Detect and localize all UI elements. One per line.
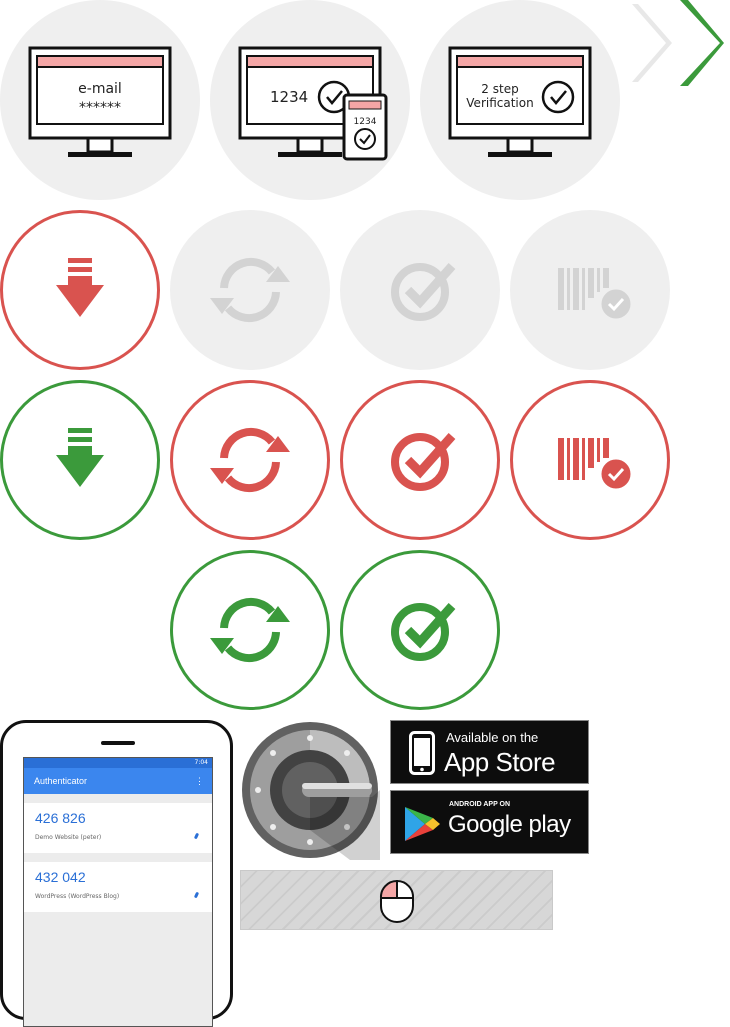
app-store-badge[interactable]: Available on the App Store <box>390 720 589 784</box>
two-step-label: 2 step <box>481 82 518 96</box>
barcode-button-active[interactable] <box>510 380 670 540</box>
app-bar: Authenticator ⋮ <box>24 768 212 794</box>
google-authenticator-logo <box>242 722 380 860</box>
monitor-code-illustration: 1234 1234 <box>210 0 410 200</box>
phone-mockup: 7:04 Authenticator ⋮ 426 826 Demo Websit… <box>0 720 233 1027</box>
sync-icon <box>210 597 290 663</box>
otp-code: 432 042 <box>35 869 86 885</box>
mouse-icon <box>379 879 415 923</box>
google-play-small-text: ANDROID APP ON <box>449 801 511 808</box>
monitor-2step-illustration: 2 step Verification <box>420 0 620 200</box>
download-button-done[interactable] <box>0 380 160 540</box>
download-icon <box>56 258 104 317</box>
status-time: 7:04 <box>194 759 208 766</box>
email-label: e-mail <box>78 81 122 97</box>
check-button-disabled[interactable] <box>340 210 500 370</box>
code-entry[interactable]: 426 826 Demo Website (peter) <box>24 803 212 853</box>
download-button-active[interactable] <box>0 210 160 370</box>
check-button-done[interactable] <box>340 550 500 710</box>
sync-button-done[interactable] <box>170 550 330 710</box>
app-store-big-text: App Store <box>444 747 556 777</box>
barcode-check-icon <box>558 438 634 492</box>
account-label: WordPress (WordPress Blog) <box>35 893 120 900</box>
iphone-icon <box>409 731 435 775</box>
monitor-email-illustration: e-mail ****** <box>0 0 200 200</box>
sync-icon <box>210 427 290 493</box>
app-store-small-text: Available on the <box>446 730 539 745</box>
check-button-active[interactable] <box>340 380 500 540</box>
download-icon <box>56 428 104 487</box>
sync-icon <box>210 257 290 323</box>
code-label: 1234 <box>270 88 308 106</box>
timer-icon <box>193 832 200 840</box>
code-entry[interactable]: 432 042 WordPress (WordPress Blog) <box>24 862 212 912</box>
scroll-hint-panel <box>240 870 553 930</box>
phone-speaker <box>101 741 135 745</box>
barcode-check-icon <box>558 268 634 322</box>
timer-icon <box>193 891 200 899</box>
password-mask: ****** <box>79 100 121 116</box>
google-play-icon <box>405 807 440 841</box>
overflow-menu-icon[interactable]: ⋮ <box>195 768 204 794</box>
authenticator-screen: 7:04 Authenticator ⋮ 426 826 Demo Websit… <box>23 757 213 1027</box>
sync-button-active[interactable] <box>170 380 330 540</box>
status-bar: 7:04 <box>24 758 212 768</box>
verification-label: Verification <box>466 96 533 110</box>
google-play-big-text: Google play <box>448 811 571 838</box>
barcode-button-disabled[interactable] <box>510 210 670 370</box>
otp-code: 426 826 <box>35 810 86 826</box>
sync-button-disabled[interactable] <box>170 210 330 370</box>
google-play-badge[interactable]: ANDROID APP ON Google play <box>390 790 589 854</box>
phone-code-label: 1234 <box>354 117 377 127</box>
check-icon <box>391 603 456 661</box>
check-icon <box>391 263 456 321</box>
account-label: Demo Website (peter) <box>35 834 102 841</box>
app-title: Authenticator <box>34 776 88 786</box>
check-icon <box>391 433 456 491</box>
chevron-right-icon[interactable] <box>628 0 728 86</box>
